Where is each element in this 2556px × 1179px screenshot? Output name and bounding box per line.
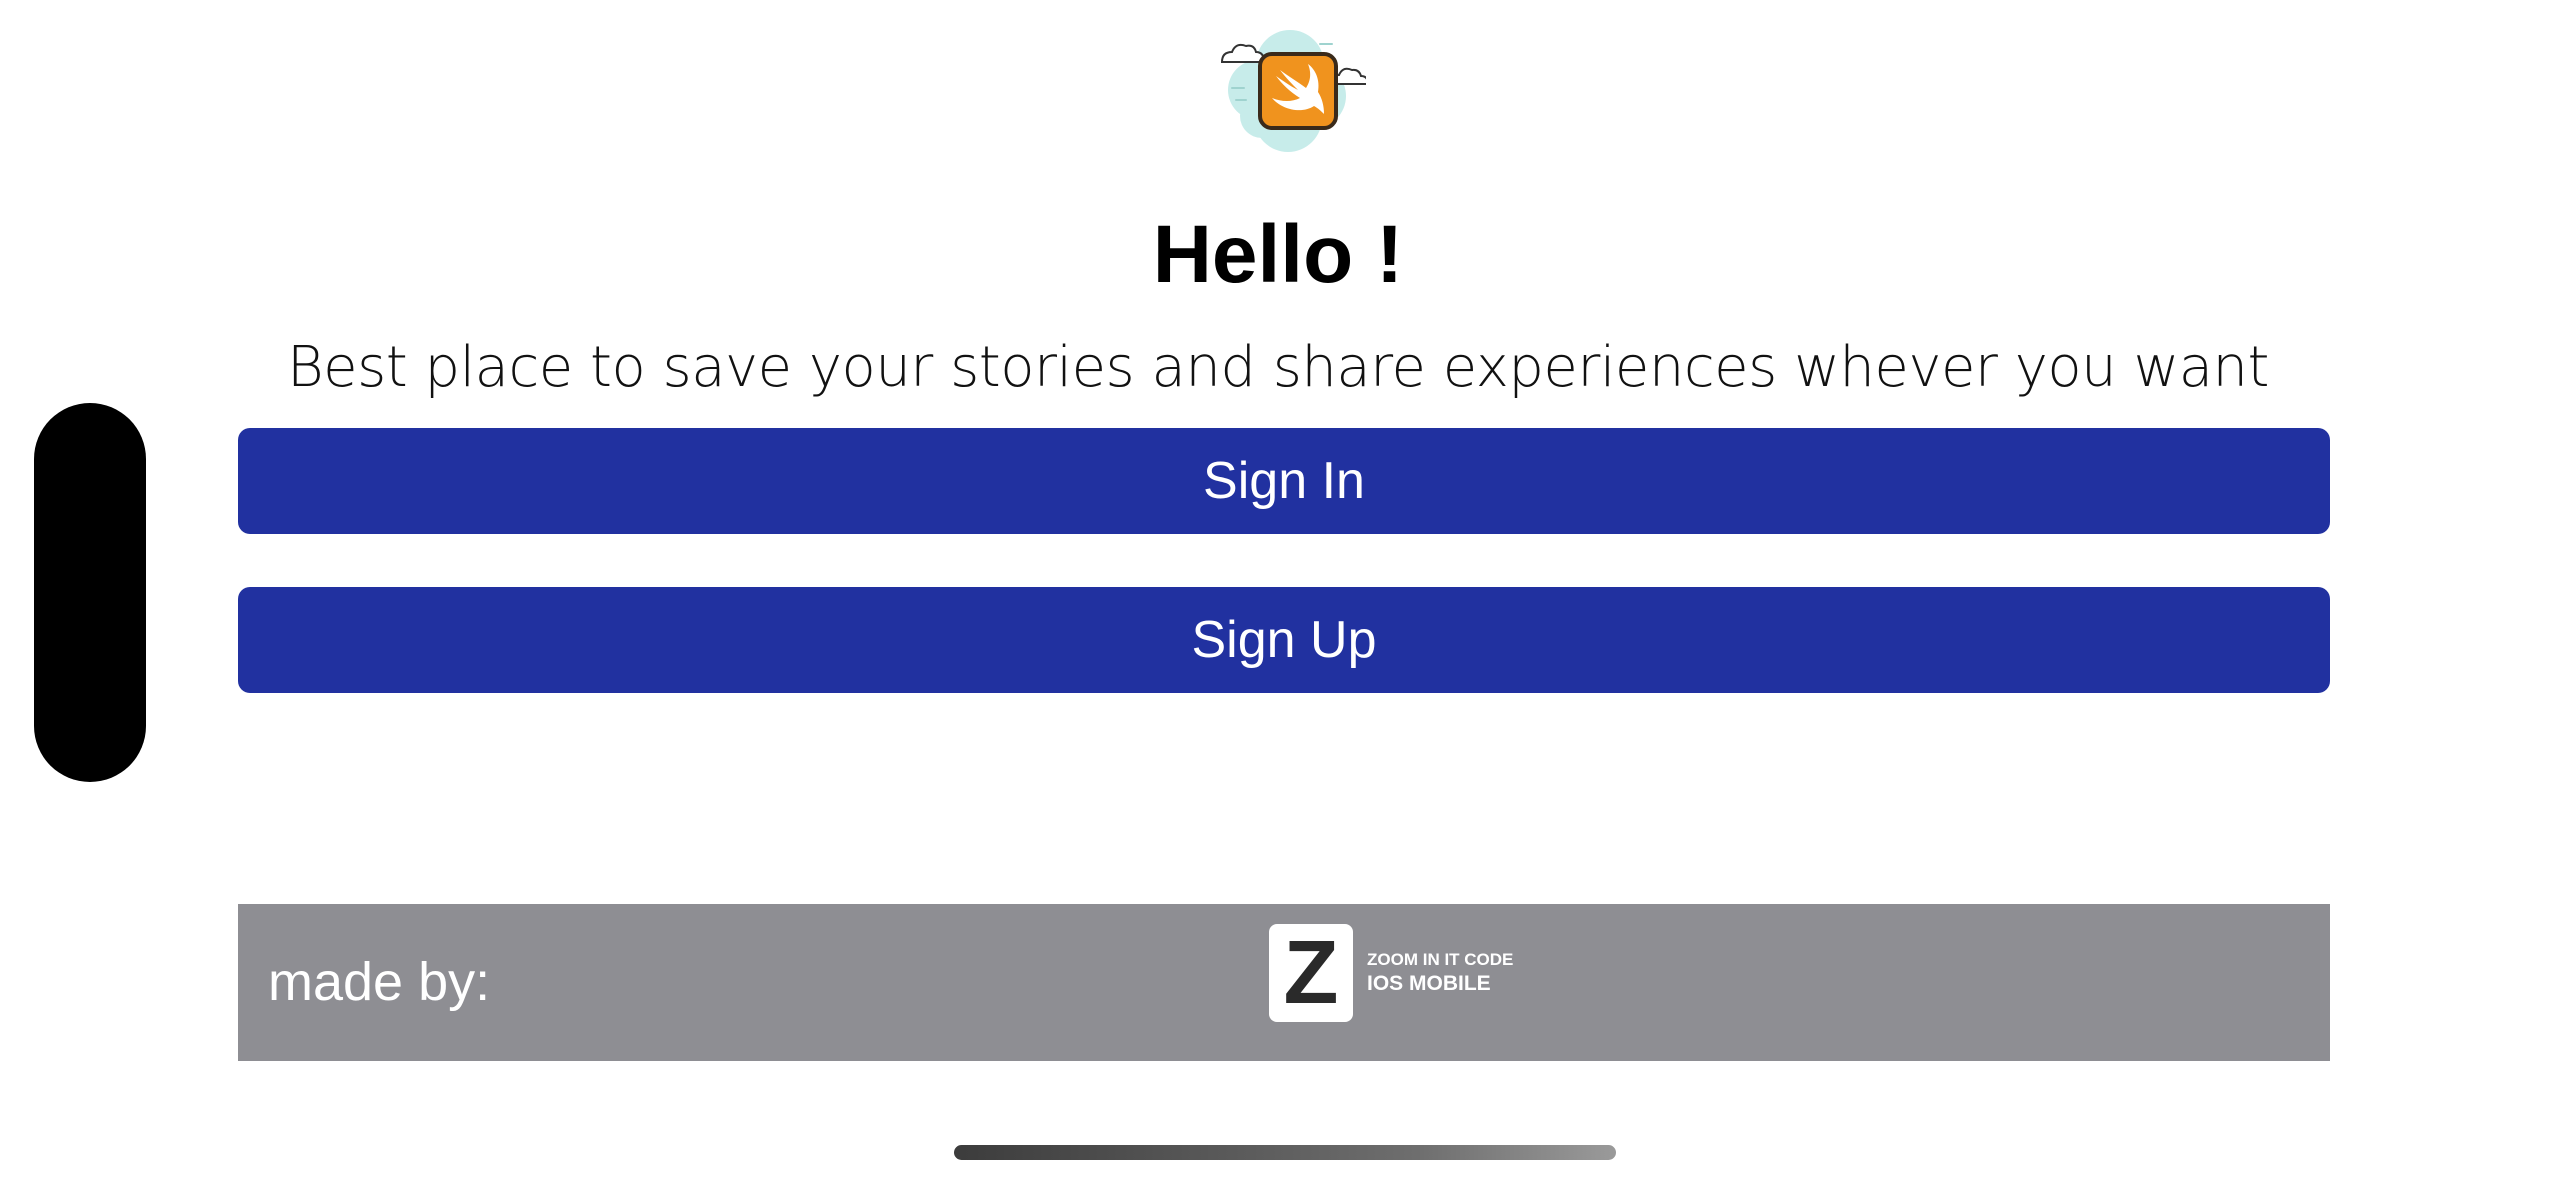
brand-z-icon: Z	[1269, 924, 1353, 1022]
brand-text: ZOOM IN IT CODE IOS MOBILE	[1367, 949, 1513, 997]
brand-logo[interactable]: Z ZOOM IN IT CODE IOS MOBILE	[1269, 924, 1513, 1022]
welcome-subtitle: Best place to save your stories and shar…	[286, 335, 2270, 400]
page-title: Hello !	[1152, 209, 1404, 300]
app-screen: Hello ! Best place to save your stories …	[0, 0, 2556, 1179]
home-indicator[interactable]	[954, 1145, 1616, 1160]
brand-name: ZOOM IN IT CODE	[1367, 950, 1514, 969]
sign-up-label: Sign Up	[1191, 611, 1377, 669]
sign-in-button[interactable]: Sign In	[238, 428, 2330, 534]
footer-banner: made by: Z ZOOM IN IT CODE IOS MOBILE	[238, 904, 2330, 1061]
sign-up-button[interactable]: Sign Up	[238, 587, 2330, 693]
dynamic-island	[34, 403, 146, 782]
made-by-label: made by:	[268, 952, 491, 1012]
sign-in-label: Sign In	[1203, 452, 1365, 510]
swift-bird-logo-icon	[1210, 18, 1370, 154]
brand-tagline: IOS MOBILE	[1367, 972, 1491, 995]
